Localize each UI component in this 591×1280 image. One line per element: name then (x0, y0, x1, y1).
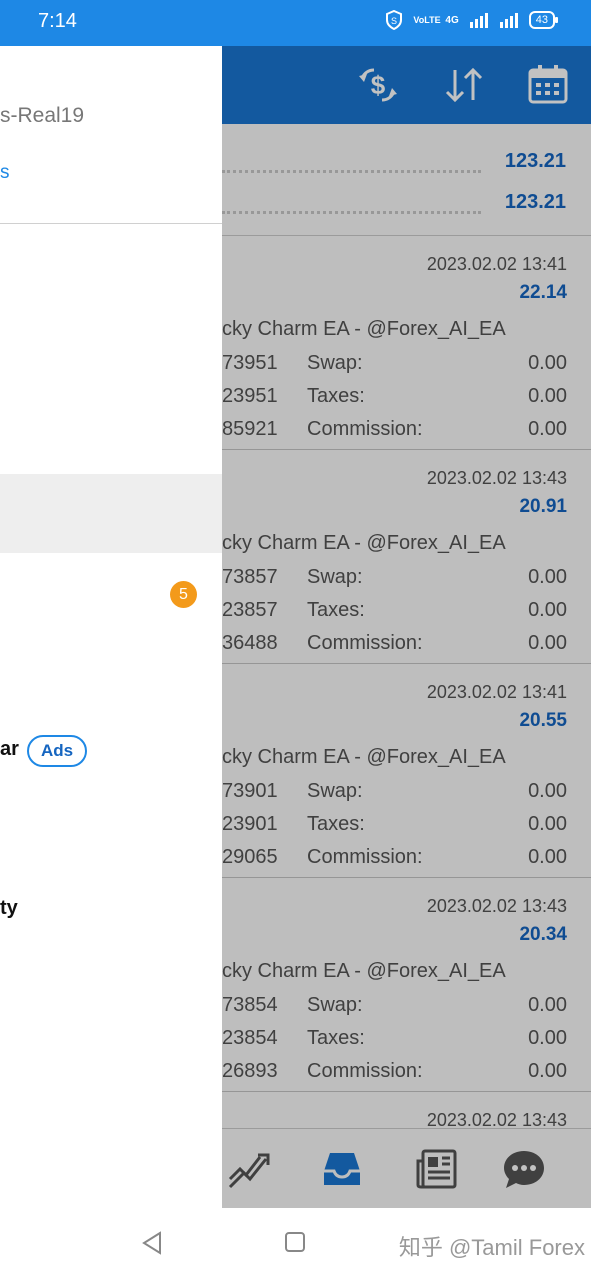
shield-icon: S (386, 10, 403, 30)
signal-icon (469, 13, 488, 28)
svg-text:S: S (391, 16, 397, 26)
signal-2-icon (499, 13, 518, 28)
system-nav-bar: 知乎 @Tamil Forex (0, 1208, 591, 1280)
account-name[interactable]: s-Real19 (0, 104, 84, 128)
watermark: 知乎 @Tamil Forex (398, 1235, 585, 1260)
volte-label: VoLTE (413, 15, 441, 25)
ads-badge: Ads (27, 735, 88, 767)
divider (0, 223, 222, 224)
drawer-item-selected[interactable] (0, 474, 222, 553)
home-icon[interactable] (285, 1232, 305, 1252)
status-time: 7:14 (38, 10, 77, 32)
network-label: 4G (445, 14, 459, 26)
drawer-item-ty[interactable]: ty (0, 897, 18, 920)
accounts-link[interactable]: s (0, 162, 10, 184)
status-bar: 7:14 S VoLTE 4G 43 (0, 0, 591, 46)
back-icon[interactable] (140, 1230, 164, 1256)
notification-badge: 5 (170, 581, 197, 608)
drawer-item-ar[interactable]: ar (0, 738, 19, 761)
navigation-drawer: s-Real19 s 5 ar Ads ty (0, 46, 222, 1208)
status-icons: S VoLTE 4G 43 (385, 10, 559, 30)
battery-icon: 43 (528, 11, 559, 29)
